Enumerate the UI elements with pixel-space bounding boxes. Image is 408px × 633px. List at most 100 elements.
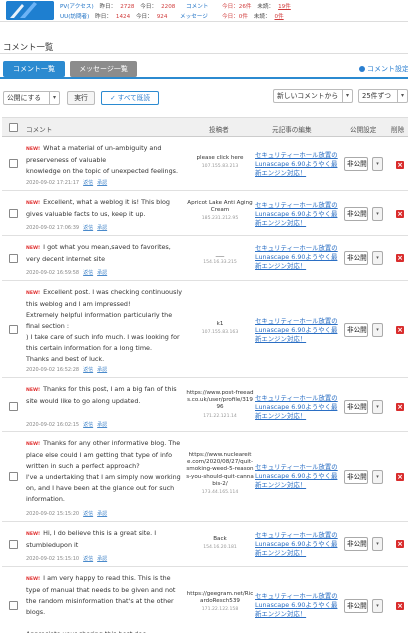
- source-article-link[interactable]: セキュリティーホール放置のLunascape 6.90ようやく最新エンジン対応！: [255, 592, 341, 619]
- delete-icon[interactable]: ×: [396, 540, 404, 548]
- row-checkbox[interactable]: [9, 159, 18, 168]
- comment-meta: 2020-09-02 15:15:10 返信 承認: [26, 555, 107, 562]
- delete-icon[interactable]: ×: [396, 254, 404, 262]
- new-badge: NEW!: [26, 577, 41, 582]
- row-checkbox[interactable]: [9, 209, 18, 218]
- delete-icon[interactable]: ×: [396, 326, 404, 334]
- comment-today: 今日：26件: [222, 4, 252, 10]
- comment-body: NEW! Excellent, what a weblog it is! This…: [26, 197, 184, 220]
- comment-date: 2020-09-02 16:59:58: [26, 270, 80, 276]
- approve-link[interactable]: 承認: [97, 556, 107, 562]
- uu-yesterday-label: 昨日：: [95, 14, 112, 20]
- pv-label: PV(アクセス): [60, 4, 94, 10]
- mark-all-read-button[interactable]: ✓ すべて既読: [101, 91, 159, 105]
- source-article-link[interactable]: セキュリティーホール放置のLunascape 6.90ようやく最新エンジン対応！: [255, 394, 341, 421]
- tab-messages[interactable]: メッセージ一覧: [70, 61, 137, 77]
- source-article-link[interactable]: セキュリティーホール放置のLunascape 6.90ようやく最新エンジン対応！: [255, 201, 341, 228]
- status-select[interactable]: 非公開: [344, 400, 368, 414]
- status-select[interactable]: 非公開: [344, 157, 368, 171]
- poster-name-text: Back: [213, 536, 227, 542]
- reply-link[interactable]: 返信: [83, 422, 93, 428]
- approve-link[interactable]: 承認: [97, 225, 107, 231]
- reply-link[interactable]: 返信: [83, 270, 93, 276]
- row-checkbox[interactable]: [9, 472, 18, 481]
- table-row: NEW! Excellent post. I was checking conti…: [2, 281, 408, 378]
- delete-icon[interactable]: ×: [396, 602, 404, 610]
- comment-date: 2020-09-02 17:06:39: [26, 225, 80, 231]
- comment-stats: コメント: [186, 2, 212, 10]
- message-unread-label: 未読：: [253, 14, 271, 20]
- status-select[interactable]: 非公開: [344, 251, 368, 265]
- tab-comments[interactable]: コメント一覧: [3, 61, 65, 77]
- column-source: 元記事の編集: [272, 126, 312, 134]
- delete-icon[interactable]: ×: [396, 210, 404, 218]
- row-checkbox[interactable]: [9, 601, 18, 610]
- status-select[interactable]: 非公開: [344, 537, 368, 551]
- table-row: NEW! I got what you mean,saved to favorit…: [2, 236, 408, 281]
- pv-today-label: 今日：: [140, 4, 158, 10]
- status-select[interactable]: 非公開: [344, 470, 368, 484]
- chevron-down-icon[interactable]: ▾: [372, 599, 383, 613]
- poster-ip: 154.16.33.215: [203, 260, 237, 266]
- source-article-link[interactable]: セキュリティーホール放置のLunascape 6.90ようやく最新エンジン対応！: [255, 531, 341, 558]
- comment-settings-link[interactable]: コメント設定: [359, 64, 408, 74]
- poster-name-text: https://geegram.net/RicardoResch539: [186, 591, 254, 605]
- uu-label: UU(訪問者): [60, 14, 90, 20]
- execute-button[interactable]: 実行: [67, 91, 95, 105]
- poster-ip: 107.155.83.213: [201, 164, 239, 170]
- comment-unread-link[interactable]: 19件: [278, 4, 291, 10]
- reply-link[interactable]: 返信: [83, 225, 93, 231]
- comment-text: What a material of un-ambiguity and pres…: [26, 144, 179, 175]
- bulk-action-select[interactable]: 公開にする ▾: [3, 91, 60, 105]
- row-checkbox[interactable]: [9, 325, 18, 334]
- source-article-link[interactable]: セキュリティーホール放置のLunascape 6.90ようやく最新エンジン対応！: [255, 317, 341, 344]
- approve-link[interactable]: 承認: [97, 422, 107, 428]
- comment-text: Excellent post. I was checking continuou…: [26, 288, 182, 363]
- approve-link[interactable]: 承認: [97, 270, 107, 276]
- chevron-down-icon: ▾: [397, 90, 407, 102]
- comment-unread-label: 未読：: [257, 4, 275, 10]
- sort-select[interactable]: 新しいコメントから ▾: [273, 89, 353, 103]
- source-article-link[interactable]: セキュリティーホール放置のLunascape 6.90ようやく最新エンジン対応！: [255, 244, 341, 271]
- chevron-down-icon[interactable]: ▾: [372, 207, 383, 221]
- status-select[interactable]: 非公開: [344, 323, 368, 337]
- reply-link[interactable]: 返信: [83, 367, 93, 373]
- new-badge: NEW!: [26, 147, 41, 152]
- poster-name: Back 154.16.20.181: [186, 536, 254, 551]
- chevron-down-icon[interactable]: ▾: [372, 251, 383, 265]
- pv-yesterday-value: 2728: [120, 4, 135, 10]
- chevron-down-icon[interactable]: ▾: [372, 470, 383, 484]
- chevron-down-icon[interactable]: ▾: [372, 157, 383, 171]
- message-unread-link[interactable]: 0件: [275, 14, 284, 20]
- status-select[interactable]: 非公開: [344, 207, 368, 221]
- chevron-down-icon[interactable]: ▾: [372, 323, 383, 337]
- message-counts: 今日：0件 未読： 0件: [222, 12, 288, 20]
- reply-link[interactable]: 返信: [83, 511, 93, 517]
- delete-icon[interactable]: ×: [396, 161, 404, 169]
- poster-ip: 171.22.122.158: [201, 607, 239, 613]
- approve-link[interactable]: 承認: [97, 511, 107, 517]
- comment-meta: 2020-09-02 17:06:39 返信 承認: [26, 224, 107, 231]
- uu-stats: UU(訪問者) 昨日： 1424 今日： 924: [60, 12, 171, 20]
- poster-name-text: k1: [216, 321, 224, 327]
- table-row: NEW! I am very happy to read this. This i…: [2, 567, 408, 633]
- chevron-down-icon[interactable]: ▾: [372, 400, 383, 414]
- delete-icon[interactable]: ×: [396, 473, 404, 481]
- source-article-link[interactable]: セキュリティーホール放置のLunascape 6.90ようやく最新エンジン対応！: [255, 151, 341, 178]
- reply-link[interactable]: 返信: [83, 180, 93, 186]
- approve-link[interactable]: 承認: [97, 180, 107, 186]
- per-page-select[interactable]: 25件ずつ ▾: [358, 89, 408, 103]
- row-checkbox[interactable]: [9, 402, 18, 411]
- chevron-down-icon[interactable]: ▾: [372, 537, 383, 551]
- select-all-checkbox[interactable]: [9, 123, 18, 132]
- poster-name-text: https://www.nucleareite.com/2020/08/27/q…: [186, 452, 254, 487]
- table-row: NEW! What a material of un-ambiguity and …: [2, 137, 408, 191]
- row-checkbox[interactable]: [9, 540, 18, 549]
- comment-date: 2020-09-02 16:52:28: [26, 367, 80, 373]
- approve-link[interactable]: 承認: [97, 367, 107, 373]
- reply-link[interactable]: 返信: [83, 556, 93, 562]
- status-select[interactable]: 非公開: [344, 599, 368, 613]
- source-article-link[interactable]: セキュリティーホール放置のLunascape 6.90ようやく最新エンジン対応！: [255, 463, 341, 490]
- row-checkbox[interactable]: [9, 254, 18, 263]
- delete-icon[interactable]: ×: [396, 403, 404, 411]
